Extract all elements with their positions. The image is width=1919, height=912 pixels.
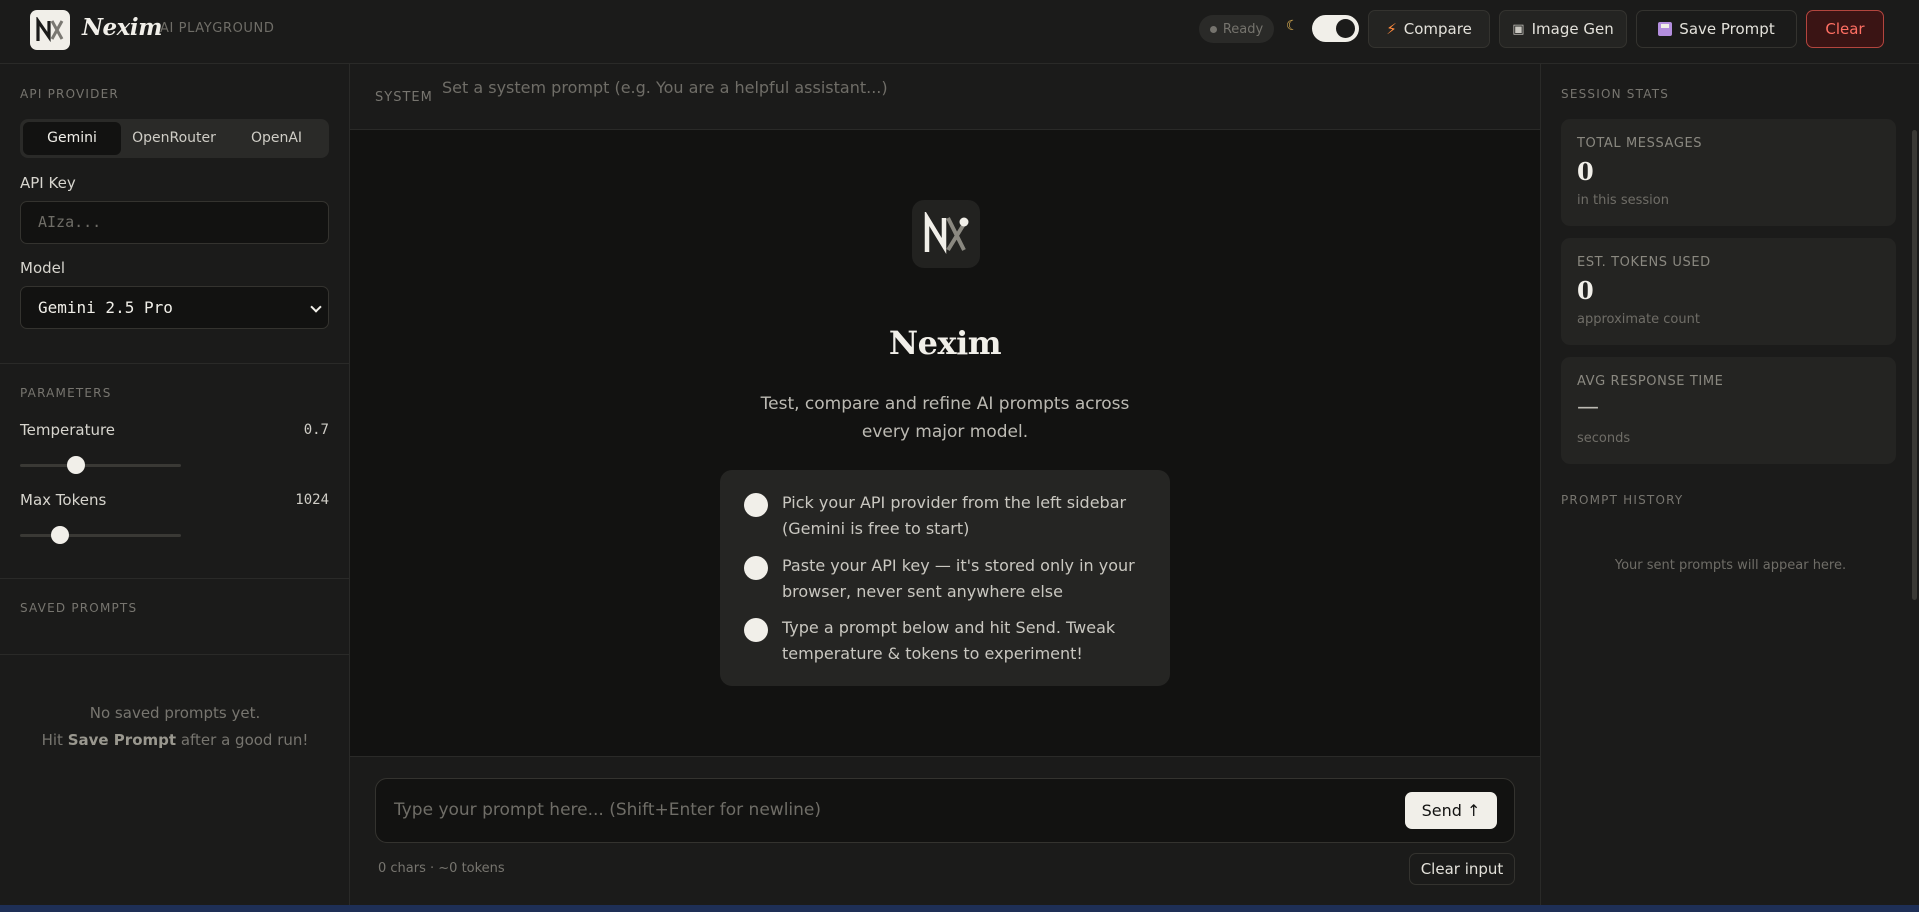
stat-sub: seconds (1577, 431, 1631, 446)
main-panel: SYSTEM Set a system prompt (e.g. You are… (350, 64, 1540, 912)
brand-name: Nexim (82, 14, 162, 41)
clear-button[interactable]: Clear (1806, 10, 1884, 48)
status-badge: Ready (1199, 15, 1274, 43)
provider-tab-gemini[interactable]: Gemini (23, 122, 121, 155)
system-label: SYSTEM (375, 90, 433, 105)
nexim-logo-icon (912, 200, 980, 268)
image-gen-button-label: Image Gen (1531, 20, 1614, 38)
api-key-label: API Key (20, 174, 76, 192)
max-tokens-label: Max Tokens (20, 491, 107, 509)
toggle-knob (1336, 19, 1355, 38)
getting-started-steps: 1 Pick your API provider from the left s… (720, 470, 1170, 686)
temperature-label: Temperature (20, 421, 116, 439)
step-number-badge: 1 (744, 493, 768, 517)
image-icon: ▣ (1512, 21, 1525, 37)
stat-value: — (1577, 395, 1599, 420)
stat-value: 0 (1577, 276, 1594, 305)
scrollbar[interactable] (1912, 130, 1917, 600)
stat-label: EST. TOKENS USED (1577, 255, 1711, 270)
top-header: Nexim AI PLAYGROUND Ready ☾ ⚡ Compare ▣ … (0, 0, 1919, 64)
temperature-slider-thumb[interactable] (67, 456, 86, 474)
session-stats-heading: SESSION STATS (1561, 87, 1670, 101)
composer: Type your prompt here... (Shift+Enter fo… (350, 756, 1540, 912)
prompt-input[interactable]: Type your prompt here... (Shift+Enter fo… (375, 778, 1515, 843)
step-text: Paste your API key — it's stored only in… (782, 556, 1135, 601)
prompt-history-heading: PROMPT HISTORY (1561, 493, 1684, 507)
stat-card-avg-response: AVG RESPONSE TIME — seconds (1561, 357, 1896, 464)
divider (0, 654, 350, 655)
api-provider-heading: API PROVIDER (20, 87, 119, 101)
right-sidebar: SESSION STATS TOTAL MESSAGES 0 in this s… (1540, 64, 1919, 912)
temperature-value: 0.7 (303, 422, 329, 438)
stat-label: TOTAL MESSAGES (1577, 136, 1703, 151)
welcome-title: Nexim (888, 324, 1002, 362)
saved-empty-line2: Hit Save Prompt after a good run! (0, 727, 350, 754)
prompt-history-empty: Your sent prompts will appear here. (1614, 558, 1847, 573)
step-number-badge: 3 (744, 618, 768, 642)
bottom-strip (0, 905, 1919, 912)
model-label: Model (20, 259, 66, 277)
compare-button[interactable]: ⚡ Compare (1368, 10, 1490, 48)
theme-toggle[interactable] (1312, 15, 1359, 42)
brand-subtitle: AI PLAYGROUND (160, 21, 275, 36)
saved-empty-prefix: Hit (41, 731, 63, 749)
system-prompt-input[interactable]: Set a system prompt (e.g. You are a help… (442, 78, 888, 97)
model-select[interactable]: Gemini 2.5 Pro (20, 286, 329, 329)
api-key-input[interactable]: AIza... (20, 201, 329, 244)
saved-empty-line1: No saved prompts yet. (89, 704, 261, 722)
status-text: Ready (1222, 21, 1264, 37)
compare-button-label: Compare (1403, 20, 1472, 38)
stat-card-total-messages: TOTAL MESSAGES 0 in this session (1561, 119, 1896, 226)
parameters-heading: PARAMETERS (20, 386, 112, 400)
char-token-count: 0 chars · ~0 tokens (378, 861, 505, 876)
send-button[interactable]: Send ↑ (1405, 792, 1497, 829)
chevron-down-icon (310, 301, 322, 313)
lightning-icon: ⚡ (1386, 20, 1397, 38)
system-prompt-bar: SYSTEM Set a system prompt (e.g. You are… (350, 64, 1540, 130)
stat-sub: in this session (1577, 193, 1669, 208)
stat-card-tokens-used: EST. TOKENS USED 0 approximate count (1561, 238, 1896, 345)
saved-empty-bold: Save Prompt (67, 731, 177, 749)
step-number-badge: 2 (744, 556, 768, 580)
status-dot-icon (1209, 25, 1217, 33)
stat-sub: approximate count (1577, 312, 1700, 327)
provider-selector: Gemini OpenRouter OpenAI (20, 119, 329, 158)
welcome-subtitle: Test, compare and refine AI prompts acro… (760, 394, 1130, 442)
left-sidebar: API PROVIDER Gemini OpenRouter OpenAI AP… (0, 64, 350, 912)
nexim-logo-icon (30, 10, 70, 50)
max-tokens-value: 1024 (295, 492, 329, 508)
save-prompt-button-label: Save Prompt (1679, 20, 1775, 38)
image-gen-button[interactable]: ▣ Image Gen (1499, 10, 1627, 48)
clear-input-button[interactable]: Clear input (1409, 853, 1515, 885)
stat-value: 0 (1577, 157, 1594, 186)
model-select-value: Gemini 2.5 Pro (38, 298, 173, 317)
floppy-disk-icon (1658, 22, 1673, 36)
stat-label: AVG RESPONSE TIME (1577, 374, 1724, 389)
step-text: Pick your API provider from the left sid… (782, 493, 1127, 538)
provider-tab-openrouter[interactable]: OpenRouter (123, 122, 225, 155)
save-prompt-button[interactable]: Save Prompt (1636, 10, 1797, 48)
max-tokens-slider[interactable] (20, 526, 181, 544)
temperature-slider[interactable] (20, 456, 181, 474)
divider (0, 363, 350, 364)
saved-empty-suffix: after a good run! (180, 731, 309, 749)
provider-tab-openai[interactable]: OpenAI (227, 122, 326, 155)
saved-prompts-empty: No saved prompts yet. Hit Save Prompt af… (0, 700, 350, 754)
prompt-placeholder: Type your prompt here... (Shift+Enter fo… (394, 800, 822, 820)
moon-icon: ☾ (1286, 18, 1299, 34)
saved-prompts-heading: SAVED PROMPTS (20, 601, 138, 615)
step-text: Type a prompt below and hit Send. Tweak … (782, 618, 1116, 663)
max-tokens-slider-thumb[interactable] (51, 526, 70, 544)
divider (0, 578, 350, 579)
